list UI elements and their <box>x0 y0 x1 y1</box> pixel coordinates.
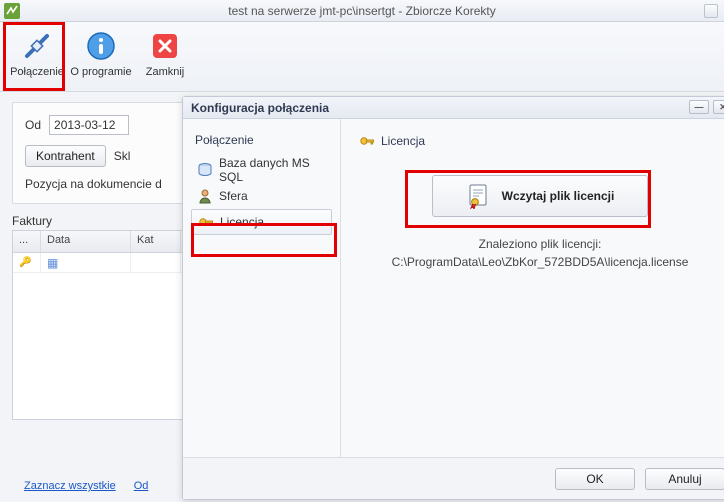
grid-col-data[interactable]: Data <box>41 231 131 252</box>
toolbar-connect[interactable]: Połączenie <box>6 26 68 91</box>
nav-item-db[interactable]: Baza danych MS SQL <box>191 157 332 183</box>
license-found-text: Znaleziono plik licencji: C:\ProgramData… <box>392 235 689 271</box>
nav-item-sfera-label: Sfera <box>219 189 248 203</box>
plug-icon <box>21 30 53 62</box>
license-path: C:\ProgramData\Leo\ZbKor_572BDD5A\licenc… <box>392 253 689 271</box>
toolbar-about-label: O programie <box>70 66 131 78</box>
bottom-links: Zaznacz wszystkie Od <box>24 480 148 492</box>
from-label: Od <box>25 118 41 132</box>
license-found-label: Znaleziono plik licencji: <box>392 235 689 253</box>
select-all-link[interactable]: Zaznacz wszystkie <box>24 480 116 492</box>
info-icon <box>85 30 117 62</box>
load-license-label: Wczytaj plik licencji <box>502 189 615 203</box>
from-date-input[interactable]: 2013-03-12 <box>49 115 129 135</box>
minimize-button[interactable] <box>704 4 718 18</box>
nav-item-sfera[interactable]: Sfera <box>191 183 332 209</box>
pane-title: Licencja <box>359 133 425 149</box>
database-icon <box>197 162 213 178</box>
app-icon <box>4 3 20 19</box>
docpos-label: Pozycja na dokumencie d <box>25 177 162 191</box>
dialog-nav: Połączenie Baza danych MS SQL Sfera Lice… <box>183 119 341 457</box>
filter-box-icon: ▦ <box>47 256 58 270</box>
ok-button[interactable]: OK <box>555 468 635 490</box>
main-titlebar: test na serwerze jmt-pc\insertgt - Zbior… <box>0 0 724 22</box>
grid-col-kat[interactable]: Kat <box>131 231 181 252</box>
nav-item-db-label: Baza danych MS SQL <box>219 156 326 184</box>
dialog-title-text: Konfiguracja połączenia <box>191 101 329 115</box>
nav-item-licencja-label: Licencja <box>220 215 264 229</box>
person-icon <box>197 188 213 204</box>
main-title-text: test na serwerze jmt-pc\insertgt - Zbior… <box>228 4 495 18</box>
dialog-titlebar: Konfiguracja połączenia — ✕ <box>183 97 724 119</box>
dialog-minimize-button[interactable]: — <box>689 100 709 114</box>
main-toolbar: Połączenie O programie Zamknij <box>0 22 724 92</box>
close-icon <box>149 30 181 62</box>
toolbar-about[interactable]: O programie <box>70 26 132 91</box>
dialog-pane: Licencja Wczytaj plik licencji Znalezion… <box>341 119 724 457</box>
pane-title-text: Licencja <box>381 134 425 148</box>
dialog-button-bar: OK Anuluj <box>183 457 724 499</box>
toolbar-connect-label: Połączenie <box>10 66 64 78</box>
toolbar-close-label: Zamknij <box>146 66 185 78</box>
load-license-button[interactable]: Wczytaj plik licencji <box>432 175 648 217</box>
kontrahent-button[interactable]: Kontrahent <box>25 145 106 167</box>
license-file-icon <box>466 183 492 209</box>
main-window: test na serwerze jmt-pc\insertgt - Zbior… <box>0 0 724 502</box>
odz-link[interactable]: Od <box>134 480 149 492</box>
key-icon <box>198 214 214 230</box>
key-icon <box>359 133 375 149</box>
filter-icon: 🔑 <box>19 257 31 268</box>
nav-item-licencja[interactable]: Licencja <box>191 209 332 235</box>
grid-col-sel[interactable]: ... <box>13 231 41 252</box>
cancel-button[interactable]: Anuluj <box>645 468 724 490</box>
dialog-close-button[interactable]: ✕ <box>713 100 724 114</box>
toolbar-close[interactable]: Zamknij <box>134 26 196 91</box>
config-dialog: Konfiguracja połączenia — ✕ Połączenie B… <box>182 96 724 500</box>
skl-label: Skl <box>114 149 131 163</box>
nav-header: Połączenie <box>191 133 332 147</box>
